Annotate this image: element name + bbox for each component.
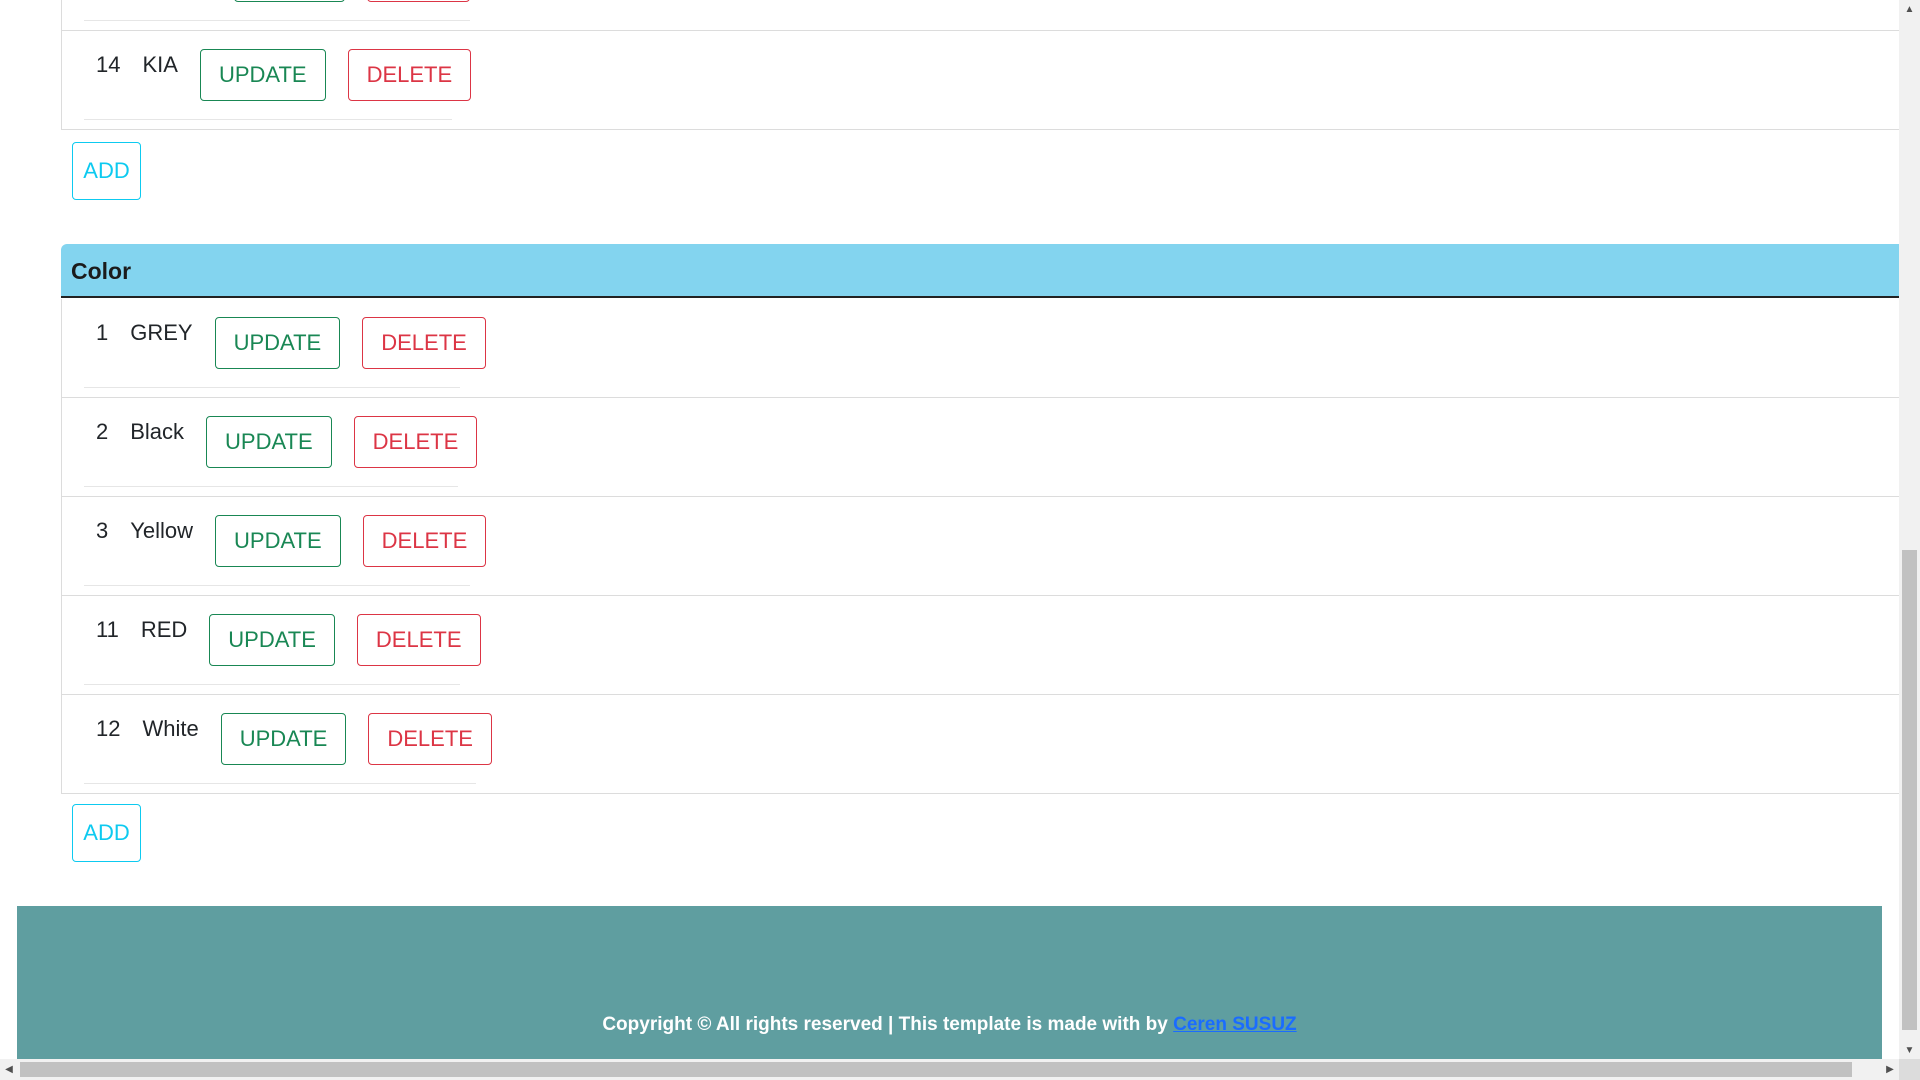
scroll-up-icon[interactable]: ▲ [1899,0,1920,18]
update-button[interactable]: UPDATE [206,416,332,468]
row-name: Yellow [130,518,194,543]
scrollbar-corner [1899,1059,1920,1080]
table-row: 3 Yellow UPDATE DELETE [62,497,1899,596]
brand-list: 0 14 KIA UPDATE DELETE [61,0,1899,130]
table-row: 11 RED UPDATE DELETE [62,596,1899,695]
delete-button[interactable] [366,0,470,2]
scroll-down-icon[interactable]: ▼ [1899,1041,1920,1059]
delete-button[interactable]: DELETE [356,614,481,666]
add-brand-button[interactable]: ADD [72,142,141,200]
delete-button[interactable]: DELETE [362,515,487,567]
color-section-header: Color [61,244,1899,298]
delete-button[interactable]: DELETE [347,49,472,101]
vertical-scroll-thumb[interactable] [1902,550,1917,1030]
scroll-left-icon[interactable]: ◀ [0,1059,18,1080]
author-link[interactable]: Ceren SUSUZ [1173,1014,1297,1035]
row-name: Black [130,419,185,444]
table-row: 14 KIA UPDATE DELETE [62,31,1899,130]
delete-button[interactable]: DELETE [362,317,486,369]
vertical-scrollbar[interactable]: ▲ ▼ [1899,0,1920,1059]
footer: Copyright © All rights reserved | This t… [17,906,1882,1059]
table-row: 2 Black UPDATE DELETE [62,398,1899,497]
update-button[interactable]: UPDATE [215,515,341,567]
row-name: White [142,716,199,741]
page-viewport: 0 14 KIA UPDATE DELETE ADD Color 1 GREY … [0,0,1899,1059]
copyright-text: Copyright © All rights reserved | This t… [602,1014,1296,1036]
horizontal-scroll-thumb[interactable] [20,1062,1852,1077]
horizontal-scrollbar[interactable]: ◀ ▶ [0,1059,1899,1080]
section-title: Color [71,257,132,284]
row-id: 11 [96,617,119,642]
add-color-button[interactable]: ADD [72,804,141,862]
update-button[interactable]: UPDATE [199,49,326,101]
row-name: GREY [130,320,193,345]
update-button[interactable] [234,0,345,2]
update-button[interactable]: UPDATE [214,317,341,369]
row-id: 2 [96,419,109,444]
copyright-label: Copyright © All rights reserved | This t… [602,1013,1174,1035]
row-id: 3 [96,518,109,543]
table-row: 1 GREY UPDATE DELETE [62,299,1899,398]
update-button[interactable]: UPDATE [209,614,335,666]
update-button[interactable]: UPDATE [220,713,347,765]
delete-button[interactable]: DELETE [353,416,478,468]
row-name: KIA [142,52,178,77]
row-id: 12 [96,716,121,741]
scroll-right-icon[interactable]: ▶ [1881,1059,1899,1080]
row-name: RED [140,617,188,642]
row-id: 1 [96,320,109,345]
delete-button[interactable]: DELETE [368,713,492,765]
table-row: 12 White UPDATE DELETE [62,695,1899,794]
color-list: 1 GREY UPDATE DELETE 2 Black UPDATE DELE… [61,299,1899,794]
table-row: 0 [62,0,1899,31]
row-id: 14 [96,52,121,77]
